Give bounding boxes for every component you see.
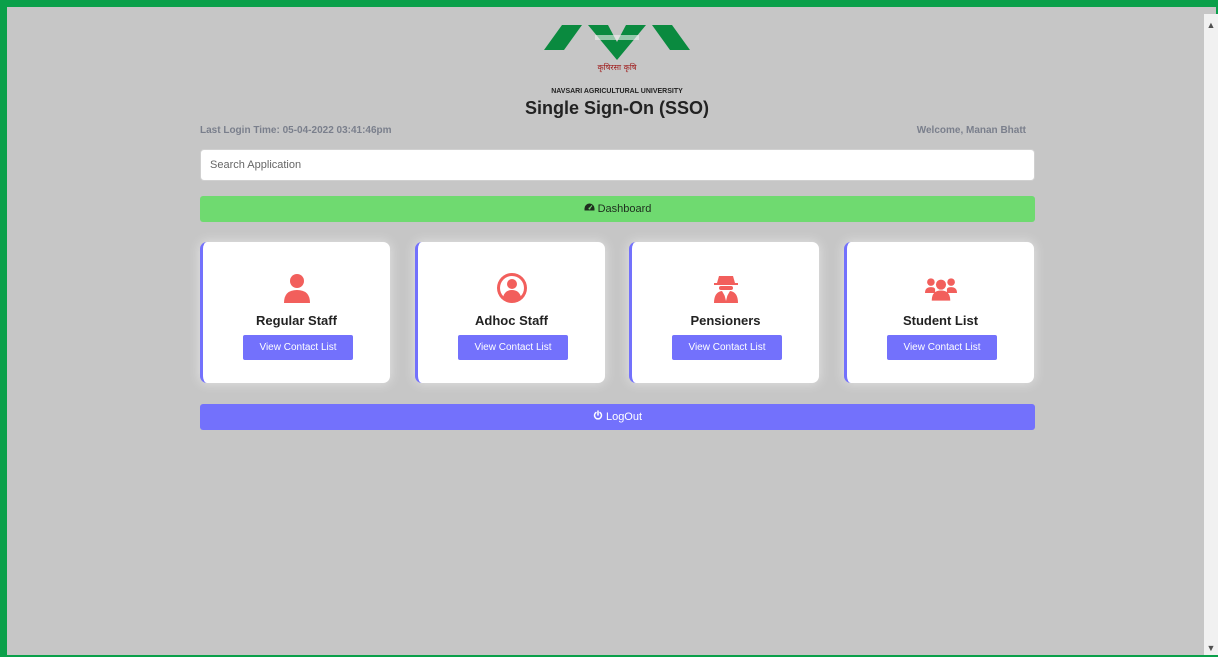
welcome-message: Welcome, Manan Bhatt	[916, 125, 1026, 136]
view-contact-list-button[interactable]: View Contact List	[887, 335, 997, 360]
logout-label: LogOut	[605, 411, 643, 423]
user-icon	[203, 272, 390, 304]
logo-tagline: कृषिरसा कृषि	[597, 63, 637, 72]
page-title: Single Sign-On (SSO)	[525, 98, 709, 118]
card-adhoc-staff: Adhoc Staff View Contact List	[415, 242, 605, 383]
card-title: Student List	[902, 313, 979, 328]
vertical-scrollbar[interactable]: ▲ ▼	[1204, 14, 1218, 655]
last-login-time: Last Login Time: 05-04-2022 03:41:46pm	[200, 125, 392, 136]
university-name: NAVSARI AGRICULTURAL UNIVERSITY	[551, 88, 683, 95]
card-student-list: Student List View Contact List	[844, 242, 1034, 383]
university-logo	[544, 25, 690, 60]
card-pensioners: Pensioners View Contact List	[629, 242, 819, 383]
logout-button[interactable]: LogOut	[200, 404, 1035, 430]
user-secret-icon	[632, 272, 819, 304]
scroll-down-icon[interactable]: ▼	[1204, 641, 1218, 655]
power-icon	[593, 404, 603, 430]
dashboard-button[interactable]: Dashboard	[200, 196, 1035, 222]
card-regular-staff: Regular Staff View Contact List	[200, 242, 390, 383]
search-input[interactable]	[200, 149, 1035, 181]
view-contact-list-button[interactable]: View Contact List	[243, 335, 353, 360]
view-contact-list-button[interactable]: View Contact List	[458, 335, 568, 360]
scroll-up-icon[interactable]: ▲	[1204, 18, 1218, 32]
users-icon	[847, 272, 1034, 304]
view-contact-list-button[interactable]: View Contact List	[672, 335, 782, 360]
tachometer-icon	[584, 196, 595, 222]
card-title: Pensioners	[690, 313, 761, 328]
app-frame: कृषिरसा कृषि NAVSARI AGRICULTURAL UNIVER…	[0, 0, 1218, 657]
card-title: Adhoc Staff	[475, 313, 548, 328]
user-circle-icon	[418, 272, 605, 304]
dashboard-label: Dashboard	[597, 203, 652, 215]
card-title: Regular Staff	[256, 313, 337, 328]
